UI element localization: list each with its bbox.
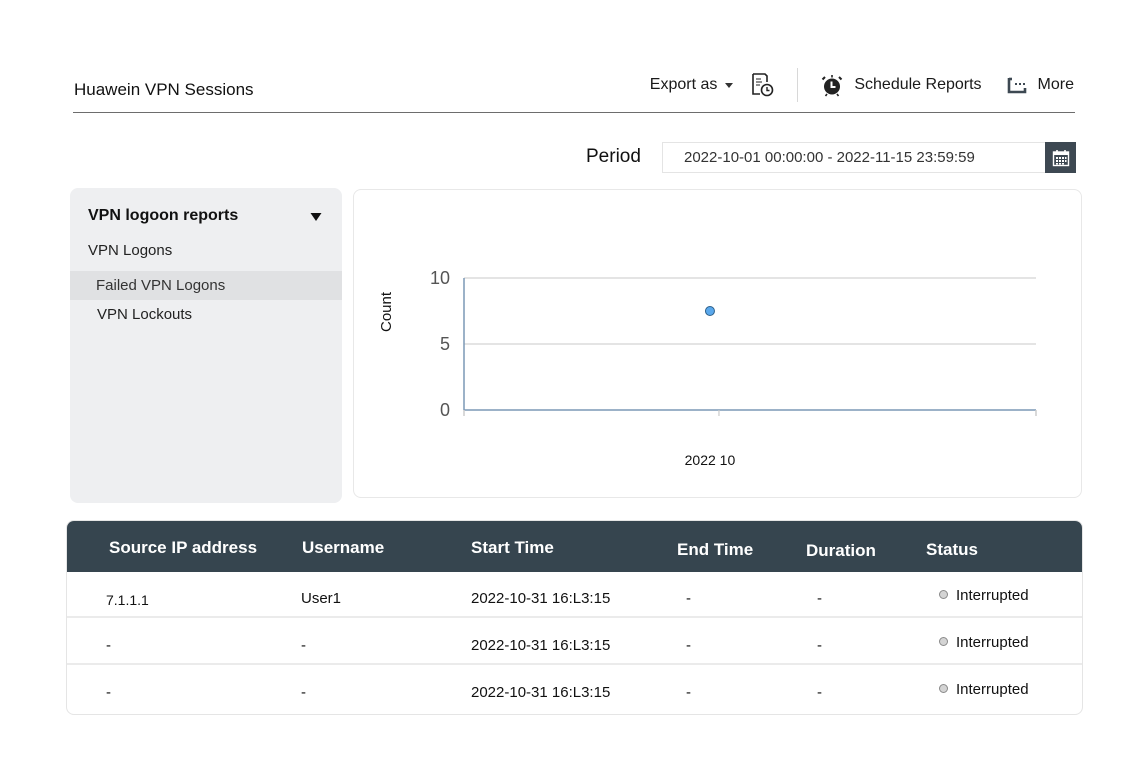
cell-status: Interrupted: [939, 634, 1029, 651]
column-header-start-time[interactable]: Start Time: [471, 538, 554, 558]
cell-status: Interrupted: [939, 681, 1029, 698]
period-label: Period: [586, 146, 641, 167]
column-header-source-ip[interactable]: Source IP address: [109, 538, 257, 558]
chart-card: 0 5 10 2022 10 Count: [353, 189, 1082, 498]
table-row[interactable]: - - 2022-10-31 16:L3:15 - - Interrupted: [67, 619, 1082, 665]
cell-end-time: -: [686, 684, 691, 701]
column-header-status[interactable]: Status: [926, 540, 978, 560]
cell-duration: -: [817, 637, 822, 654]
sidebar-heading: VPN logoon reports: [88, 207, 239, 224]
more-label: More: [1037, 76, 1074, 93]
scheduled-report-icon: [752, 73, 774, 97]
sidebar-item-vpn-lockouts[interactable]: VPN Lockouts: [70, 300, 342, 329]
caret-down-icon: [725, 82, 734, 88]
y-axis-label: Count: [378, 291, 395, 332]
data-point: [704, 306, 715, 316]
header-divider: [73, 112, 1075, 113]
collapse-toggle-icon[interactable]: [310, 212, 322, 222]
cell-username: -: [301, 637, 306, 654]
y-tick-label: 10: [430, 268, 450, 288]
more-button[interactable]: More: [1006, 75, 1074, 95]
x-tick-label: 2022 10: [685, 452, 736, 468]
calendar-icon: [1052, 149, 1069, 166]
schedule-reports-label: Schedule Reports: [854, 76, 982, 93]
sessions-table: Source IP address Username Start Time End T…: [66, 520, 1083, 715]
cell-source-ip: -: [106, 684, 111, 701]
cell-username: -: [301, 684, 306, 701]
column-header-username[interactable]: Username: [302, 538, 384, 558]
cell-start-time: 2022-10-31 16:L3:15: [471, 590, 611, 607]
y-tick-label: 0: [440, 400, 450, 420]
schedule-reports-button[interactable]: Schedule Reports: [820, 73, 982, 97]
toolbar: Export as Schedule Reports More: [650, 68, 1074, 102]
count-chart: 0 5 10 2022 10 Count: [378, 268, 1037, 468]
status-text: Interrupted: [956, 587, 1029, 604]
alarm-clock-icon: [822, 75, 843, 97]
cell-end-time: -: [686, 637, 691, 654]
calendar-button[interactable]: [1045, 142, 1076, 173]
table-row[interactable]: 7.1.1.1 User1 2022-10-31 16:L3:15 - - Interru…: [67, 572, 1082, 618]
export-as-button[interactable]: Export as: [650, 76, 734, 94]
table-header: Source IP address Username Start Time End T…: [67, 521, 1082, 572]
y-tick-label: 5: [440, 334, 450, 354]
report-sidebar: VPN logoon reports VPN Logons Failed VPN…: [70, 188, 342, 503]
cell-username: User1: [301, 590, 342, 607]
period-date-range-input[interactable]: 2022-10-01 00:00:00 - 2022-11-15 23:59:5…: [662, 142, 1046, 173]
column-header-duration[interactable]: Duration: [806, 541, 876, 561]
status-dot-icon: [939, 590, 948, 599]
page-title: Huawein VPN Sessions: [74, 80, 254, 99]
cell-status: Interrupted: [939, 587, 1029, 604]
export-as-label: Export as: [649, 76, 718, 93]
status-dot-icon: [939, 684, 948, 693]
status-text: Interrupted: [956, 681, 1029, 698]
cell-source-ip: 7.1.1.1: [106, 592, 149, 608]
scheduled-report-button[interactable]: [749, 72, 775, 98]
toolbar-separator: [797, 68, 799, 102]
cell-source-ip: -: [106, 637, 111, 654]
cell-duration: -: [817, 684, 822, 701]
cell-duration: -: [817, 590, 822, 607]
sidebar-item-failed-vpn-logons[interactable]: Failed VPN Logons: [70, 271, 342, 300]
column-header-end-time[interactable]: End Time: [677, 540, 753, 560]
table-row[interactable]: - - 2022-10-31 16:L3:15 - - Interrupted: [67, 666, 1082, 712]
more-icon: [1007, 77, 1026, 94]
sidebar-item-vpn-logons[interactable]: VPN Logons: [70, 236, 342, 265]
cell-start-time: 2022-10-31 16:L3:15: [471, 637, 611, 654]
status-dot-icon: [939, 637, 948, 646]
cell-start-time: 2022-10-31 16:L3:15: [471, 684, 611, 701]
status-text: Interrupted: [956, 634, 1029, 651]
cell-end-time: -: [686, 590, 691, 607]
